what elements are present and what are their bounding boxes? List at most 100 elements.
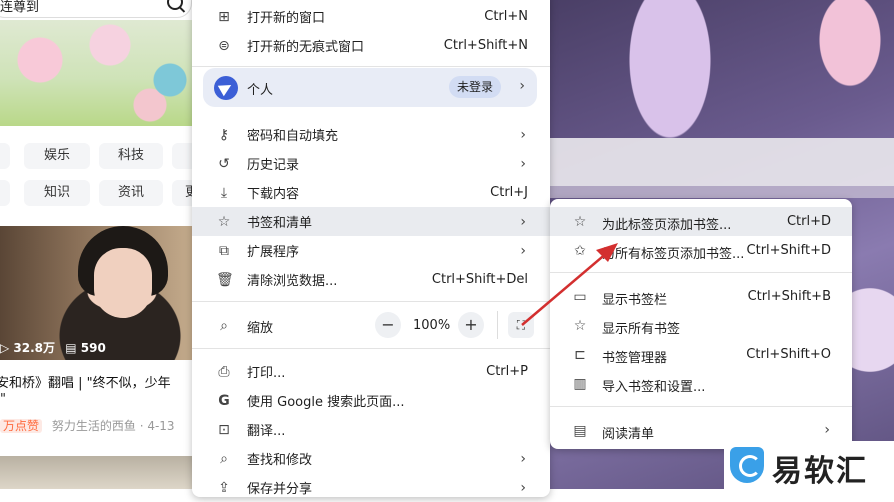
trash-icon: 🗑 bbox=[216, 271, 234, 288]
incognito-icon: ⊜ bbox=[218, 37, 230, 54]
zoom-icon: ⌕ bbox=[220, 318, 228, 334]
chevron-right-icon: › bbox=[520, 450, 526, 467]
shortcut: Ctrl+P bbox=[486, 364, 528, 379]
chevron-right-icon: › bbox=[520, 479, 526, 496]
translate-icon: ⊡ bbox=[218, 421, 230, 438]
menu-item-clear-data[interactable]: 🗑 清除浏览数据... Ctrl+Shift+Del bbox=[192, 265, 550, 294]
menu-item-new-window[interactable]: ⊞ 打开新的窗口 Ctrl+N bbox=[192, 2, 550, 31]
signin-status-badge: 未登录 bbox=[449, 76, 502, 98]
key-icon: ⚷ bbox=[218, 126, 230, 143]
menu-item-history[interactable]: ↺ 历史记录 › bbox=[192, 149, 550, 178]
background-band-shadow bbox=[550, 186, 894, 198]
print-icon: ⎙ bbox=[218, 363, 230, 380]
tag-tech[interactable]: 科技 bbox=[99, 143, 163, 169]
shortcut: Ctrl+D bbox=[786, 214, 831, 229]
menu-item-label: 密码和自动填充 bbox=[247, 129, 339, 144]
watermark: 易软汇 bbox=[724, 441, 894, 489]
video-title[interactable]: 安和桥》翻唱 | "终不似，少年 bbox=[0, 372, 171, 391]
book-open-icon: ▥ bbox=[573, 376, 587, 392]
likes-badge: 万点赞 bbox=[0, 419, 43, 433]
tag-partial[interactable] bbox=[0, 143, 10, 169]
star-outline-icon: ☆ bbox=[573, 214, 587, 230]
menu-item-label: 打开新的无痕式窗口 bbox=[247, 40, 365, 55]
video-title-line2[interactable]: " bbox=[0, 392, 6, 407]
submenu-item-bookmark-manager[interactable]: ⊏ 书签管理器 Ctrl+Shift+O bbox=[550, 340, 852, 369]
submenu-item-import[interactable]: ▥ 导入书签和设置... bbox=[550, 369, 852, 398]
video-thumbnail-anime[interactable] bbox=[0, 20, 192, 126]
folder-star-icon: ⊏ bbox=[574, 347, 586, 363]
chevron-right-icon: › bbox=[520, 242, 526, 259]
submenu-item-label: 为此标签页添加书签... bbox=[602, 218, 732, 233]
shortcut: Ctrl+Shift+N bbox=[443, 38, 528, 53]
author-name[interactable]: 努力生活的西鱼 bbox=[52, 419, 136, 433]
profile-label: 个人 bbox=[247, 83, 274, 98]
menu-item-label: 打开新的窗口 bbox=[247, 11, 326, 26]
zoom-divider bbox=[497, 311, 498, 339]
tag-news[interactable]: 资讯 bbox=[99, 180, 163, 206]
zoom-out-button[interactable]: − bbox=[375, 312, 401, 338]
upload-date: · 4-13 bbox=[139, 419, 175, 433]
menu-item-label: 查找和修改 bbox=[247, 453, 313, 468]
submenu-item-label: 为所有标签页添加书签... bbox=[602, 247, 745, 262]
menu-item-label: 保存并分享 bbox=[247, 482, 313, 497]
tag-entertainment[interactable]: 娱乐 bbox=[24, 143, 90, 169]
menu-item-save-share[interactable]: ⇪ 保存并分享 › bbox=[192, 473, 550, 502]
comment-icon: ▤ bbox=[65, 341, 77, 355]
menu-item-label: 翻译... bbox=[247, 424, 286, 439]
history-icon: ↺ bbox=[218, 155, 230, 172]
menu-item-label: 打印... bbox=[247, 366, 286, 381]
find-icon: ⌕ bbox=[220, 450, 228, 467]
video-thumbnail-next[interactable] bbox=[0, 456, 192, 489]
submenu-item-label: 显示书签栏 bbox=[602, 293, 668, 308]
submenu-item-label: 书签管理器 bbox=[602, 351, 668, 366]
menu-item-profile[interactable]: 个人 未登录 › bbox=[203, 68, 537, 107]
menu-divider bbox=[192, 301, 550, 302]
view-count: 32.8万 bbox=[13, 341, 56, 355]
menu-item-print[interactable]: ⎙ 打印... Ctrl+P bbox=[192, 357, 550, 386]
new-window-icon: ⊞ bbox=[218, 8, 230, 25]
submenu-item-add-bookmark[interactable]: ☆ 为此标签页添加书签... Ctrl+D bbox=[550, 207, 852, 236]
tag-knowledge[interactable]: 知识 bbox=[24, 180, 90, 206]
share-icon: ⇪ bbox=[218, 479, 230, 496]
comment-count: 590 bbox=[80, 341, 106, 355]
zoom-in-button[interactable]: + bbox=[458, 312, 484, 338]
menu-item-label: 清除浏览数据... bbox=[247, 274, 338, 289]
zoom-level: 100% bbox=[413, 318, 451, 333]
download-icon: ⤓ bbox=[220, 184, 228, 201]
submenu-item-show-all-bookmarks[interactable]: ☆ 显示所有书签 bbox=[550, 311, 852, 340]
shortcut: Ctrl+Shift+B bbox=[747, 289, 831, 304]
video-stats: ▷ 32.8万 ▤ 590 bbox=[0, 339, 106, 356]
video-meta: 万点赞 努力生活的西鱼 · 4-13 bbox=[0, 417, 175, 434]
thumbnail-face bbox=[94, 248, 152, 318]
shortcut: Ctrl+Shift+Del bbox=[431, 272, 528, 287]
menu-divider bbox=[192, 348, 550, 349]
chevron-right-icon: › bbox=[519, 78, 525, 94]
profile-avatar bbox=[214, 76, 238, 100]
menu-item-downloads[interactable]: ⤓ 下载内容 Ctrl+J bbox=[192, 178, 550, 207]
puzzle-icon: ⧉ bbox=[219, 242, 229, 259]
menu-item-bookmarks[interactable]: ☆ 书签和清单 › bbox=[192, 207, 550, 236]
menu-item-new-incognito[interactable]: ⊜ 打开新的无痕式窗口 Ctrl+Shift+N bbox=[192, 31, 550, 60]
menu-item-passwords[interactable]: ⚷ 密码和自动填充 › bbox=[192, 120, 550, 149]
reading-list-icon: ▤ bbox=[573, 423, 587, 439]
menu-item-google-search[interactable]: G 使用 Google 搜索此页面... bbox=[192, 386, 550, 415]
menu-item-find[interactable]: ⌕ 查找和修改 › bbox=[192, 444, 550, 473]
search-icon[interactable] bbox=[167, 0, 183, 10]
chevron-right-icon: › bbox=[520, 126, 526, 143]
submenu-item-add-all-bookmarks[interactable]: ✩ 为所有标签页添加书签... Ctrl+Shift+D bbox=[550, 236, 852, 265]
tag-partial[interactable] bbox=[0, 180, 10, 206]
submenu-divider bbox=[550, 272, 852, 273]
submenu-item-label: 导入书签和设置... bbox=[602, 380, 706, 395]
submenu-item-label: 阅读清单 bbox=[602, 427, 655, 442]
menu-item-translate[interactable]: ⊡ 翻译... bbox=[192, 415, 550, 444]
submenu-item-label: 显示所有书签 bbox=[602, 322, 681, 337]
fullscreen-icon[interactable]: ⛶ bbox=[508, 312, 534, 338]
tag-more[interactable]: 更 bbox=[172, 180, 192, 206]
menu-item-extensions[interactable]: ⧉ 扩展程序 › bbox=[192, 236, 550, 265]
play-icon: ▷ bbox=[0, 341, 10, 355]
submenu-item-show-bookmark-bar[interactable]: ▭ 显示书签栏 Ctrl+Shift+B bbox=[550, 282, 852, 311]
watermark-logo-icon bbox=[730, 447, 764, 483]
tag-partial-right[interactable] bbox=[172, 143, 192, 169]
menu-item-label: 下载内容 bbox=[247, 187, 300, 202]
shortcut: Ctrl+Shift+O bbox=[746, 347, 831, 362]
